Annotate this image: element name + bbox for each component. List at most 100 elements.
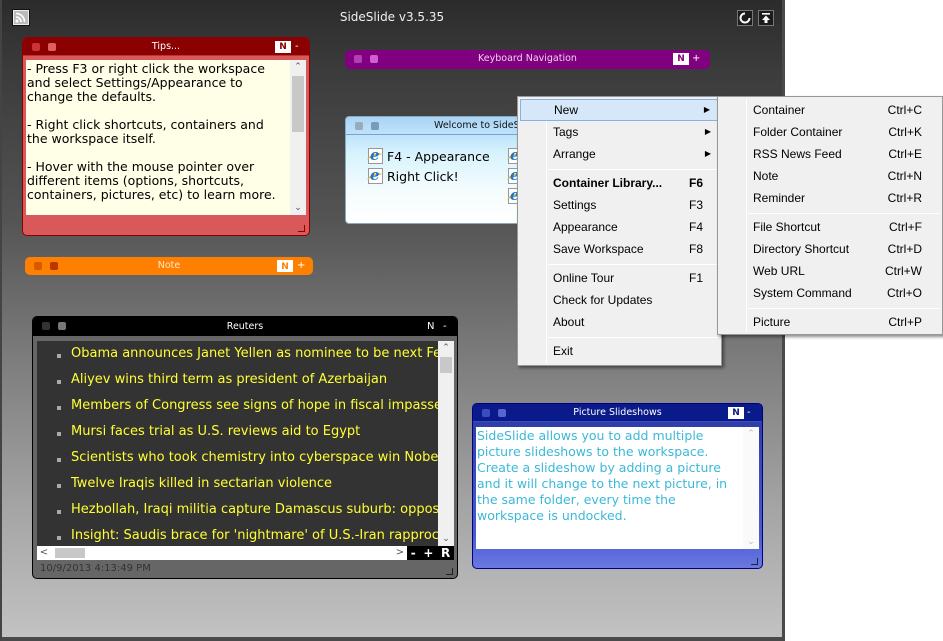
note-badge-button[interactable]: N <box>728 407 744 419</box>
shortcut-appearance[interactable]: F4 - Appearance <box>368 146 490 164</box>
note-badge-button[interactable]: N <box>427 317 434 336</box>
scroll-right-icon[interactable]: > <box>393 546 407 560</box>
refresh-feed-button[interactable]: R <box>441 546 450 560</box>
keyboard-navigation-header[interactable]: Keyboard Navigation N + <box>345 50 710 68</box>
close-dot-icon[interactable] <box>32 43 40 51</box>
menu-item-online-tour[interactable]: Online Tour F1 <box>520 267 719 289</box>
welcome-container[interactable]: Welcome to SideSlide F4 - Appearance Rig… <box>345 116 525 224</box>
menu-item-new[interactable]: New ▶ <box>520 99 719 121</box>
scroll-thumb[interactable] <box>440 357 452 373</box>
menu-item-appearance[interactable]: Appearance F4 <box>520 216 719 238</box>
menu-item-container-library[interactable]: Container Library... F6 <box>520 172 719 194</box>
scroll-down-icon[interactable]: ⌄ <box>438 532 454 546</box>
picture-slideshows-container[interactable]: Picture Slideshows N - SideSlide allows … <box>472 403 763 569</box>
scroll-down-icon[interactable]: ⌄ <box>290 201 306 215</box>
note-container[interactable]: Note N + <box>25 257 313 275</box>
scroll-up-icon[interactable]: ⌃ <box>743 427 759 441</box>
news-item[interactable]: Obama announces Janet Yellen as nominee … <box>71 346 438 361</box>
shortcut-right-click[interactable]: Right Click! <box>368 166 459 184</box>
vertical-scrollbar[interactable]: ⌃ ⌄ <box>438 341 454 546</box>
close-dot-icon[interactable] <box>482 409 490 417</box>
menu-item-check-for-updates[interactable]: Check for Updates <box>520 289 719 311</box>
menu-item-label: File Shortcut <box>753 220 821 234</box>
close-dot-icon[interactable] <box>34 262 42 270</box>
expand-button[interactable]: + <box>297 257 305 275</box>
menu-shortcut: Ctrl+K <box>888 125 922 139</box>
collapse-button[interactable]: - <box>443 317 447 336</box>
zoom-in-button[interactable]: + <box>423 546 433 560</box>
tips-header[interactable]: Tips... N - <box>23 38 309 56</box>
reuters-header[interactable]: Reuters N - <box>33 317 457 336</box>
settings-dot-icon[interactable] <box>371 122 379 130</box>
menu-item-save-workspace[interactable]: Save Workspace F8 <box>520 238 719 260</box>
menu-item-label: RSS News Feed <box>753 147 842 161</box>
menu-shortcut: F4 <box>688 220 703 234</box>
zoom-out-button[interactable]: - <box>411 546 416 560</box>
submenu-item-rss-news-feed[interactable]: RSS News Feed Ctrl+E <box>720 143 940 165</box>
submenu-item-folder-container[interactable]: Folder Container Ctrl+K <box>720 121 940 143</box>
menu-shortcut: F1 <box>688 271 703 285</box>
horizontal-scrollbar[interactable]: < > <box>37 546 407 560</box>
expand-button[interactable]: + <box>692 50 700 68</box>
menu-item-arrange[interactable]: Arrange ▶ <box>520 143 719 165</box>
keyboard-navigation-container[interactable]: Keyboard Navigation N + <box>345 50 710 69</box>
bullet-icon <box>57 406 61 410</box>
close-dot-icon[interactable] <box>354 55 362 63</box>
submenu-item-system-command[interactable]: System Command Ctrl+O <box>720 282 940 304</box>
scroll-up-icon[interactable]: ⌃ <box>438 341 454 355</box>
submenu-item-picture[interactable]: Picture Ctrl+P <box>720 311 940 333</box>
settings-dot-icon[interactable] <box>370 55 378 63</box>
news-item[interactable]: Hezbollah, Iraqi militia capture Damascu… <box>71 502 438 517</box>
news-item[interactable]: Twelve Iraqis killed in sectarian violen… <box>71 476 332 491</box>
note-header[interactable]: Note N + <box>25 257 313 275</box>
vertical-scrollbar[interactable]: ⌃ ⌄ <box>743 427 759 549</box>
vertical-scrollbar[interactable]: ⌃ ⌄ <box>290 60 306 215</box>
submenu-item-directory-shortcut[interactable]: Directory Shortcut Ctrl+D <box>720 238 940 260</box>
news-item[interactable]: Scientists who took chemistry into cyber… <box>71 450 438 465</box>
scroll-down-icon[interactable]: ⌄ <box>743 535 759 549</box>
menu-separator <box>548 337 719 338</box>
picture-slideshows-text[interactable]: SideSlide allows you to add multiple pic… <box>477 428 739 524</box>
welcome-header[interactable]: Welcome to SideSlide <box>346 117 524 135</box>
settings-dot-icon[interactable] <box>48 43 56 51</box>
news-item[interactable]: Mursi faces trial as U.S. reviews aid to… <box>71 424 360 439</box>
note-badge-button[interactable]: N <box>277 260 293 272</box>
menu-item-exit[interactable]: Exit <box>520 340 719 362</box>
tips-text[interactable]: - Press F3 or right click the workspace … <box>27 62 289 202</box>
resize-grip-icon[interactable] <box>298 225 305 232</box>
collapse-button[interactable]: - <box>295 38 299 56</box>
scroll-thumb[interactable] <box>55 548 85 558</box>
menu-item-about[interactable]: About <box>520 311 719 333</box>
submenu-item-web-url[interactable]: Web URL Ctrl+W <box>720 260 940 282</box>
submenu-item-reminder[interactable]: Reminder Ctrl+R <box>720 187 940 209</box>
settings-dot-icon[interactable] <box>50 262 58 270</box>
picture-slideshows-note-area[interactable]: SideSlide allows you to add multiple pic… <box>476 427 759 549</box>
picture-slideshows-header[interactable]: Picture Slideshows N - <box>473 404 762 422</box>
note-badge-button[interactable]: N <box>673 53 689 65</box>
settings-dot-icon[interactable] <box>58 322 66 330</box>
news-item[interactable]: Members of Congress see signs of hope in… <box>71 398 438 413</box>
close-dot-icon[interactable] <box>355 122 363 130</box>
resize-grip-icon[interactable] <box>751 558 758 565</box>
refresh-icon[interactable] <box>737 10 753 26</box>
reuters-rss-container[interactable]: Reuters N - Obama announces Janet Yellen… <box>32 316 458 579</box>
collapse-button[interactable]: - <box>747 404 751 422</box>
submenu-item-note[interactable]: Note Ctrl+N <box>720 165 940 187</box>
news-item[interactable]: Insight: Saudis brace for 'nightmare' of… <box>71 528 438 543</box>
settings-dot-icon[interactable] <box>498 409 506 417</box>
tips-container[interactable]: Tips... N - - Press F3 or right click th… <box>22 37 310 236</box>
note-badge-button[interactable]: N <box>275 41 291 53</box>
scroll-left-icon[interactable]: < <box>37 546 51 560</box>
menu-item-tags[interactable]: Tags ▶ <box>520 121 719 143</box>
scroll-up-icon[interactable]: ⌃ <box>290 60 306 74</box>
tips-note-area[interactable]: - Press F3 or right click the workspace … <box>26 60 306 215</box>
menu-item-label: Exit <box>553 344 574 358</box>
close-dot-icon[interactable] <box>42 322 50 330</box>
dock-collapse-icon[interactable] <box>758 10 774 26</box>
scroll-thumb[interactable] <box>292 76 304 132</box>
news-item[interactable]: Aliyev wins third term as president of A… <box>71 372 387 387</box>
resize-grip-icon[interactable] <box>446 568 453 575</box>
menu-item-settings[interactable]: Settings F3 <box>520 194 719 216</box>
submenu-item-container[interactable]: Container Ctrl+C <box>720 99 940 121</box>
submenu-item-file-shortcut[interactable]: File Shortcut Ctrl+F <box>720 216 940 238</box>
